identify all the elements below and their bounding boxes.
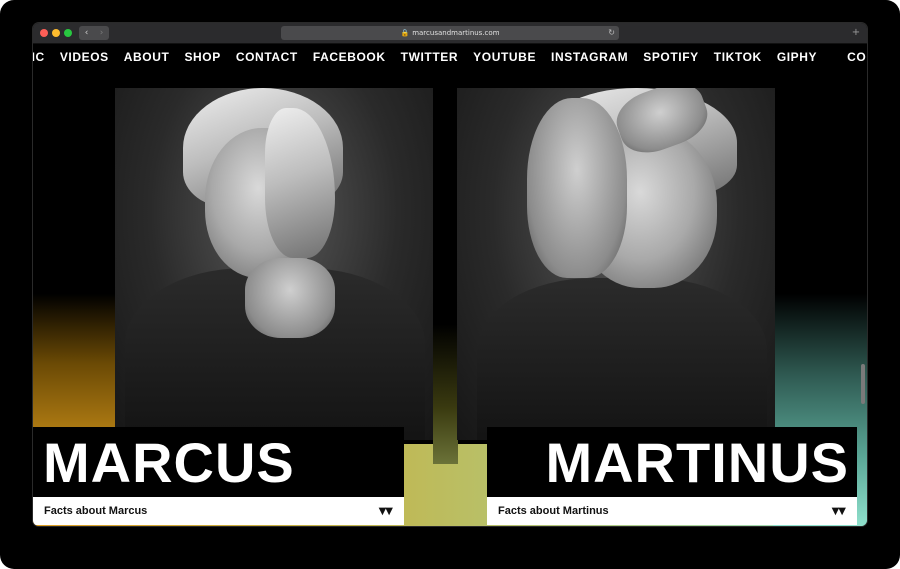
- expand-arrows-icon: ▼▼: [831, 505, 846, 517]
- nav-link-shop[interactable]: SHOP: [184, 50, 220, 64]
- martinus-name-panel: MARTINUS: [487, 427, 857, 497]
- nav-link-music[interactable]: SIC: [33, 50, 45, 64]
- chevron-left-icon: ‹: [84, 28, 89, 38]
- nav-link-about[interactable]: ABOUT: [124, 50, 170, 64]
- nav-link-instagram[interactable]: INSTAGRAM: [551, 50, 628, 64]
- martinus-photo: [457, 88, 775, 440]
- nav-link-contact[interactable]: CONTACT: [236, 50, 298, 64]
- back-button[interactable]: ‹: [79, 26, 94, 40]
- marcus-name-heading: MARCUS: [43, 431, 295, 494]
- close-window-button[interactable]: [40, 29, 48, 37]
- lock-icon: 🔒: [400, 29, 410, 37]
- nav-link-twitter[interactable]: TWITTER: [401, 50, 459, 64]
- background-glow-center: [433, 324, 458, 464]
- browser-window: ‹ › 🔒 marcusandmartinus.com ↻ + MARCUS F…: [33, 23, 867, 526]
- facts-marcus-label: Facts about Marcus: [44, 505, 148, 517]
- nav-link-videos[interactable]: VIDEOS: [60, 50, 109, 64]
- nav-link-truncated[interactable]: CO: [847, 50, 866, 64]
- top-navigation: SIC VIDEOS ABOUT SHOP CONTACT FACEBOOK T…: [33, 44, 867, 70]
- forward-button[interactable]: ›: [94, 26, 109, 40]
- history-buttons: ‹ ›: [79, 26, 109, 40]
- page-content: MARCUS Facts about Marcus ▼▼ MARTINUS Fa…: [33, 44, 867, 526]
- new-tab-button[interactable]: +: [851, 26, 861, 40]
- browser-titlebar: ‹ › 🔒 marcusandmartinus.com ↻ +: [33, 23, 867, 44]
- page-scrollbar[interactable]: [861, 364, 865, 404]
- nav-link-giphy[interactable]: GIPHY: [777, 50, 817, 64]
- url-text: marcusandmartinus.com: [412, 29, 500, 37]
- marcus-name-panel: MARCUS: [33, 427, 404, 497]
- facts-martinus-label: Facts about Martinus: [498, 505, 609, 517]
- chevron-right-icon: ›: [99, 28, 104, 38]
- nav-link-spotify[interactable]: SPOTIFY: [643, 50, 699, 64]
- reload-icon[interactable]: ↻: [608, 26, 615, 40]
- nav-link-tiktok[interactable]: TIKTOK: [714, 50, 762, 64]
- martinus-name-heading: MARTINUS: [545, 431, 849, 494]
- facts-about-marcus-toggle[interactable]: Facts about Marcus ▼▼: [33, 497, 404, 525]
- marcus-photo: [115, 88, 433, 440]
- nav-link-youtube[interactable]: YOUTUBE: [473, 50, 536, 64]
- facts-about-martinus-toggle[interactable]: Facts about Martinus ▼▼: [487, 497, 857, 525]
- zoom-window-button[interactable]: [64, 29, 72, 37]
- expand-arrows-icon: ▼▼: [378, 505, 393, 517]
- nav-link-facebook[interactable]: FACEBOOK: [313, 50, 386, 64]
- address-bar[interactable]: 🔒 marcusandmartinus.com ↻: [281, 26, 619, 40]
- minimize-window-button[interactable]: [52, 29, 60, 37]
